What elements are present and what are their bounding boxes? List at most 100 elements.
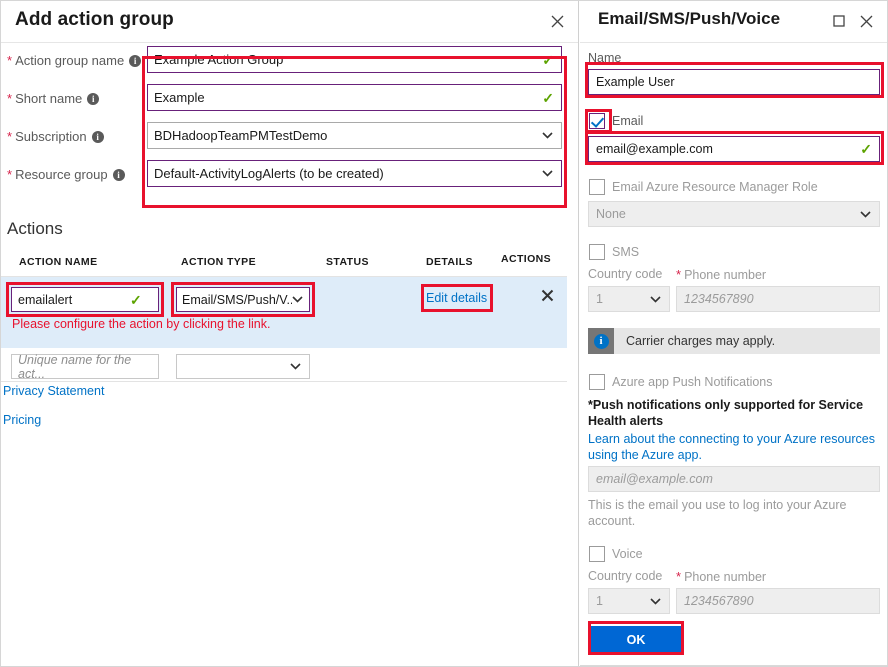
required-asterisk: * bbox=[676, 267, 682, 282]
arm-role-select[interactable]: None bbox=[588, 201, 880, 227]
required-asterisk: * bbox=[7, 129, 13, 144]
screenshot-root: Add action group *Action group namei ✓ *… bbox=[0, 0, 888, 667]
subscription-select[interactable]: BDHadoopTeamPMTestDemo bbox=[147, 122, 562, 149]
email-input-wrap[interactable]: ✓ bbox=[588, 136, 880, 162]
action-type-select-value: Email/SMS/Push/V... bbox=[182, 292, 292, 307]
label-resource-group: * Resource group i bbox=[7, 167, 125, 182]
label-name: Name bbox=[588, 51, 622, 65]
info-icon[interactable]: i bbox=[129, 55, 142, 67]
action-type-select[interactable]: Email/SMS/Push/V... bbox=[176, 287, 310, 312]
push-email-hint: This is the email you use to log into yo… bbox=[588, 498, 847, 528]
arm-role-checkbox-label: Email Azure Resource Manager Role bbox=[612, 180, 818, 194]
carrier-charges-note: i Carrier charges may apply. bbox=[588, 328, 880, 354]
field-row-subscription: * Subscription i BDHadoopTeamPMTestDemo bbox=[1, 119, 579, 157]
required-asterisk: * bbox=[7, 91, 13, 106]
pricing-link[interactable]: Pricing bbox=[3, 413, 41, 427]
field-row-resource-group: * Resource group i Default-ActivityLogAler… bbox=[1, 157, 579, 195]
voice-country-code-select[interactable]: 1 bbox=[588, 588, 670, 614]
sms-phone-number-placeholder: 1234567890 bbox=[684, 292, 754, 306]
sms-phone-number-label: * Phone number bbox=[676, 267, 767, 282]
push-email-input[interactable]: email@example.com bbox=[588, 466, 880, 492]
arm-role-select-value: None bbox=[596, 207, 626, 221]
sms-country-code-label: Country code bbox=[588, 267, 663, 281]
chevron-down-icon bbox=[542, 132, 553, 139]
voice-country-code-label: Country code bbox=[588, 569, 663, 583]
privacy-statement-link[interactable]: Privacy Statement bbox=[3, 384, 104, 398]
table-row-empty: Unique name for the act... bbox=[1, 350, 567, 382]
sms-checkbox[interactable] bbox=[589, 244, 605, 260]
email-input[interactable] bbox=[589, 142, 861, 156]
chevron-down-icon bbox=[290, 363, 301, 370]
label-short-name: * Short name i bbox=[7, 91, 100, 106]
chevron-down-icon bbox=[650, 597, 661, 605]
voice-checkbox[interactable] bbox=[589, 546, 605, 562]
azure-app-learn-link[interactable]: Learn about the connecting to your Azure… bbox=[588, 431, 876, 463]
column-header-actions: ACTIONS bbox=[501, 253, 552, 265]
add-action-group-blade: Add action group *Action group namei ✓ *… bbox=[1, 1, 579, 666]
table-row: ✓ Email/SMS/Push/V... Please configure t… bbox=[1, 277, 567, 349]
sms-phone-number-input[interactable]: 1234567890 bbox=[676, 286, 880, 312]
sms-country-code-value: 1 bbox=[596, 292, 603, 306]
ok-button[interactable]: OK bbox=[591, 626, 681, 654]
right-blade-header: Email/SMS/Push/Voice bbox=[580, 1, 887, 43]
right-blade-title: Email/SMS/Push/Voice bbox=[598, 9, 781, 28]
sms-country-code-select[interactable]: 1 bbox=[588, 286, 670, 312]
maximize-icon[interactable] bbox=[828, 10, 850, 32]
chevron-down-icon bbox=[860, 210, 871, 218]
info-icon[interactable]: i bbox=[91, 131, 104, 143]
email-checkbox[interactable] bbox=[589, 113, 605, 129]
close-icon[interactable] bbox=[855, 10, 877, 32]
edit-details-link[interactable]: Edit details bbox=[426, 291, 487, 305]
column-header-status: STATUS bbox=[326, 256, 369, 268]
new-action-name-input[interactable]: Unique name for the act... bbox=[11, 352, 159, 381]
resource-group-select-value: Default-ActivityLogAlerts (to be created… bbox=[154, 166, 384, 181]
push-notifications-checkbox[interactable] bbox=[589, 374, 605, 390]
label-subscription: * Subscription i bbox=[7, 129, 104, 144]
field-row-action-group-name: *Action group namei ✓ bbox=[1, 43, 579, 81]
name-input[interactable] bbox=[589, 75, 879, 89]
column-header-action-type: ACTION TYPE bbox=[181, 256, 256, 268]
column-header-action-name: ACTION NAME bbox=[19, 256, 98, 268]
info-icon: i bbox=[588, 328, 614, 354]
required-asterisk: * bbox=[676, 569, 682, 584]
close-icon[interactable] bbox=[546, 10, 568, 32]
short-name-input[interactable] bbox=[148, 85, 543, 110]
push-support-note: *Push notifications only supported for S… bbox=[588, 398, 864, 428]
actions-table-header: ACTION NAME ACTION TYPE STATUS DETAILS A… bbox=[1, 249, 567, 277]
email-checkbox-label: Email bbox=[612, 114, 644, 128]
column-header-details: DETAILS bbox=[426, 256, 473, 268]
page-title: Add action group bbox=[15, 9, 174, 30]
left-blade-header: Add action group bbox=[1, 1, 578, 43]
chevron-down-icon bbox=[542, 170, 553, 177]
divider bbox=[580, 665, 887, 666]
valid-check-icon: ✓ bbox=[860, 141, 872, 157]
label-action-group-name: * Action group name i bbox=[7, 53, 142, 68]
action-group-name-input[interactable] bbox=[148, 47, 543, 72]
resource-group-select[interactable]: Default-ActivityLogAlerts (to be created… bbox=[147, 160, 562, 187]
voice-phone-number-input[interactable]: 1234567890 bbox=[676, 588, 880, 614]
short-name-input-wrap[interactable]: ✓ bbox=[147, 84, 562, 111]
field-row-short-name: *Short namei ✓ bbox=[1, 81, 579, 119]
info-icon[interactable]: i bbox=[112, 169, 125, 181]
valid-check-icon: ✓ bbox=[542, 51, 554, 68]
action-group-name-input-wrap[interactable]: ✓ bbox=[147, 46, 562, 73]
chevron-down-icon bbox=[292, 296, 303, 303]
remove-action-icon[interactable] bbox=[541, 289, 554, 305]
push-notifications-checkbox-label: Azure app Push Notifications bbox=[612, 375, 773, 389]
subscription-select-value: BDHadoopTeamPMTestDemo bbox=[154, 128, 328, 143]
name-input-wrap[interactable] bbox=[588, 69, 880, 95]
actions-heading: Actions bbox=[7, 219, 63, 238]
required-asterisk: * bbox=[7, 53, 13, 68]
info-icon[interactable]: i bbox=[87, 93, 100, 105]
action-error-message: Please configure the action by clicking … bbox=[12, 317, 271, 331]
voice-country-code-value: 1 bbox=[596, 594, 603, 608]
new-action-name-placeholder: Unique name for the act... bbox=[18, 352, 132, 381]
action-name-input-wrap[interactable]: ✓ bbox=[11, 287, 159, 312]
arm-role-checkbox[interactable] bbox=[589, 179, 605, 195]
voice-phone-number-placeholder: 1234567890 bbox=[684, 594, 754, 608]
new-action-type-select[interactable] bbox=[176, 354, 310, 379]
email-sms-push-voice-blade: Email/SMS/Push/Voice Name Email ✓ bbox=[580, 1, 887, 666]
action-name-input[interactable] bbox=[12, 292, 130, 307]
required-asterisk: * bbox=[7, 167, 13, 182]
chevron-down-icon bbox=[650, 295, 661, 303]
